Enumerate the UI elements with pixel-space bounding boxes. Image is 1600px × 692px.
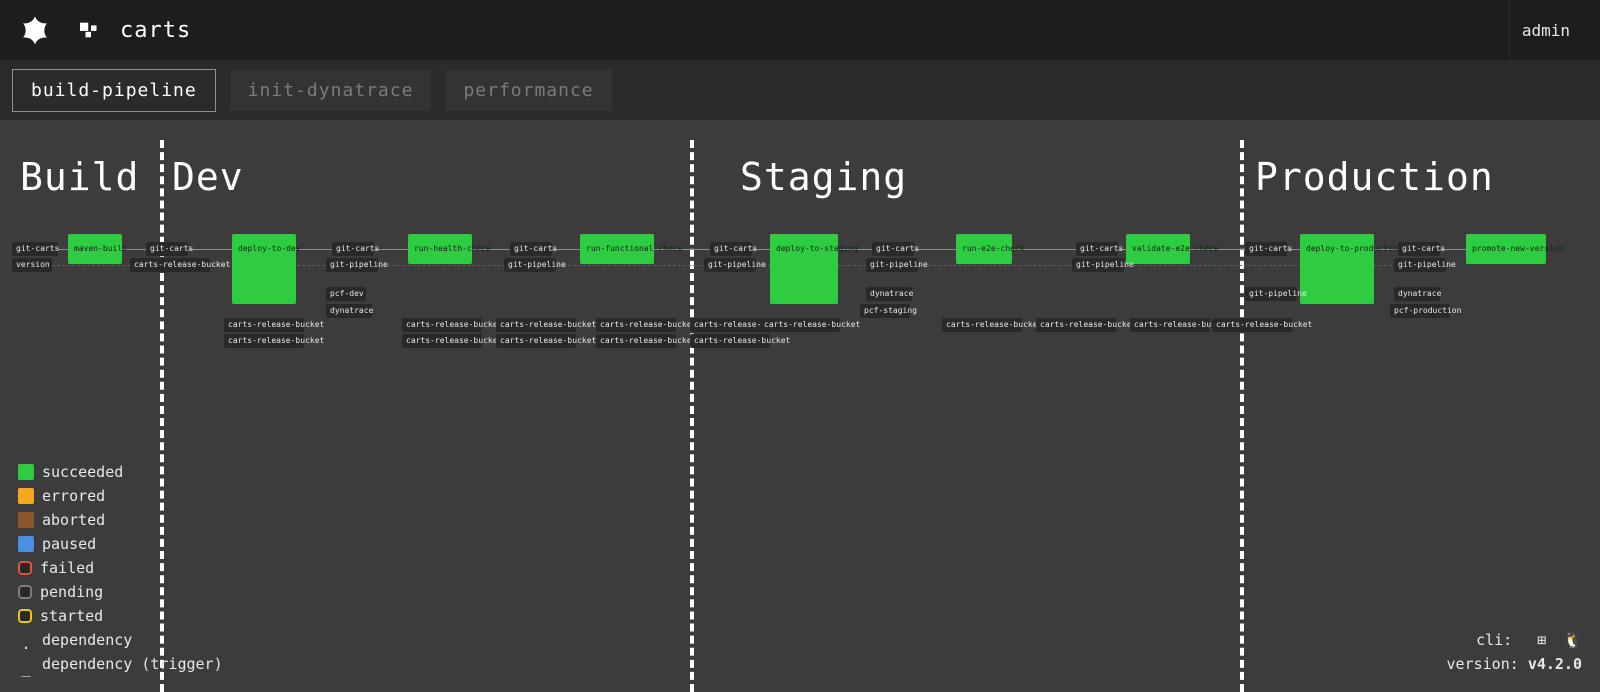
resource-carts-release-bucket[interactable]: carts-release-bucket xyxy=(1212,318,1292,332)
team-icon[interactable] xyxy=(80,22,102,38)
legend-swatch: _ xyxy=(18,656,34,672)
resource-carts-release-bucket[interactable]: carts-release-bucket xyxy=(496,318,576,332)
resource-pcf-production[interactable]: pcf-production xyxy=(1390,304,1450,318)
legend-label: started xyxy=(40,604,103,628)
resource-git-carts[interactable]: git-carts xyxy=(1398,242,1440,256)
legend-swatch xyxy=(18,561,32,575)
resource-git-pipeline[interactable]: git-pipeline xyxy=(1245,287,1297,301)
resource-git-carts[interactable]: git-carts xyxy=(12,242,58,256)
legend-swatch xyxy=(18,609,32,623)
legend-label: dependency (trigger) xyxy=(42,652,223,676)
legend-swatch xyxy=(18,464,34,480)
resource-pcf-dev[interactable]: pcf-dev xyxy=(326,287,366,301)
resource-version[interactable]: version xyxy=(12,258,52,272)
resource-git-carts[interactable]: git-carts xyxy=(510,242,552,256)
legend-errored: errored xyxy=(18,484,223,508)
legend-pending: pending xyxy=(18,580,223,604)
resource-dynatrace[interactable]: dynatrace xyxy=(326,304,372,318)
legend-label: succeeded xyxy=(42,460,123,484)
pipeline-tabs: build-pipeline init-dynatrace performance xyxy=(0,60,1600,120)
stage-title-build: Build xyxy=(20,155,139,199)
resource-git-pipeline[interactable]: git-pipeline xyxy=(1394,258,1446,272)
legend-dependency: . dependency xyxy=(18,628,223,652)
legend-swatch xyxy=(18,512,34,528)
legend-swatch xyxy=(18,488,34,504)
cli-label: cli: xyxy=(1476,631,1521,649)
legend-paused: paused xyxy=(18,532,223,556)
resource-carts-release-bucket[interactable]: carts-release-bucket xyxy=(690,318,770,332)
legend-label: dependency xyxy=(42,628,132,652)
resource-git-pipeline[interactable]: git-pipeline xyxy=(704,258,756,272)
resource-carts-release-bucket[interactable]: carts-release-bucket xyxy=(760,318,840,332)
resource-dynatrace[interactable]: dynatrace xyxy=(1394,287,1440,301)
resource-git-pipeline[interactable]: git-pipeline xyxy=(1072,258,1124,272)
resource-carts-release-bucket[interactable]: carts-release-bucket xyxy=(596,318,676,332)
legend-label: pending xyxy=(40,580,103,604)
windows-icon[interactable]: ⊞ xyxy=(1537,631,1546,649)
tab-init-dynatrace[interactable]: init-dynatrace xyxy=(230,70,432,111)
resource-git-carts[interactable]: git-carts xyxy=(1245,242,1287,256)
resource-git-carts[interactable]: git-carts xyxy=(872,242,914,256)
stage-title-dev: Dev xyxy=(172,155,244,199)
legend-swatch xyxy=(18,536,34,552)
resource-git-pipeline[interactable]: git-pipeline xyxy=(504,258,556,272)
legend-label: aborted xyxy=(42,508,105,532)
topbar: carts admin xyxy=(0,0,1600,60)
legend-succeeded: succeeded xyxy=(18,460,223,484)
resource-git-carts[interactable]: git-carts xyxy=(332,242,374,256)
tab-performance[interactable]: performance xyxy=(445,70,611,111)
legend-swatch: . xyxy=(18,632,34,648)
resource-carts-release-bucket[interactable]: carts-release-bucket xyxy=(224,318,304,332)
resource-git-pipeline[interactable]: git-pipeline xyxy=(866,258,918,272)
resource-carts-release-bucket[interactable]: carts-release-bucket xyxy=(402,318,482,332)
legend-started: started xyxy=(18,604,223,628)
legend: succeedederroredabortedpausedfailedpendi… xyxy=(18,460,223,676)
legend-swatch xyxy=(18,585,32,599)
legend-dependency-trigger-: _ dependency (trigger) xyxy=(18,652,223,676)
resource-carts-release-bucket[interactable]: carts-release-bucket xyxy=(596,334,676,348)
stage-divider xyxy=(690,140,694,692)
concourse-logo[interactable] xyxy=(18,13,52,47)
resource-carts-release-bucket[interactable]: carts-release-bucket xyxy=(224,334,304,348)
user-menu[interactable]: admin xyxy=(1509,0,1582,60)
resource-carts-release-bucket[interactable]: carts-release-bucket xyxy=(942,318,1022,332)
resource-git-carts[interactable]: git-carts xyxy=(710,242,752,256)
resource-git-pipeline[interactable]: git-pipeline xyxy=(326,258,378,272)
pipeline-graph[interactable]: git-cartsmaven-buildgit-cartsdeploy-to-d… xyxy=(0,242,1600,342)
resource-carts-release-bucket[interactable]: carts-release-bucket xyxy=(690,334,770,348)
pipeline-canvas[interactable]: Build Dev Staging Production git-cartsmaven… xyxy=(0,120,1600,692)
stage-title-production: Production xyxy=(1255,155,1494,199)
resource-carts-release-bucket[interactable]: carts-release-bucket xyxy=(130,258,210,272)
resource-dynatrace[interactable]: dynatrace xyxy=(866,287,912,301)
resource-git-carts[interactable]: git-carts xyxy=(146,242,188,256)
resource-carts-release-bucket[interactable]: carts-release-bucket xyxy=(1036,318,1116,332)
resource-pcf-staging[interactable]: pcf-staging xyxy=(860,304,910,318)
resource-carts-release-bucket[interactable]: carts-release-bucket xyxy=(496,334,576,348)
stage-title-staging: Staging xyxy=(740,155,907,199)
tab-build-pipeline[interactable]: build-pipeline xyxy=(12,69,216,112)
legend-label: paused xyxy=(42,532,96,556)
version-value: v4.2.0 xyxy=(1528,655,1582,673)
legend-label: failed xyxy=(40,556,94,580)
resource-carts-release-bucket[interactable]: carts-release-bucket xyxy=(1130,318,1210,332)
version-label: version: xyxy=(1447,655,1528,673)
legend-aborted: aborted xyxy=(18,508,223,532)
legend-failed: failed xyxy=(18,556,223,580)
stage-divider xyxy=(1240,140,1244,692)
resource-git-carts[interactable]: git-carts xyxy=(1076,242,1118,256)
resource-carts-release-bucket[interactable]: carts-release-bucket xyxy=(402,334,482,348)
team-name[interactable]: carts xyxy=(120,18,191,43)
legend-label: errored xyxy=(42,484,105,508)
footer: cli: ⊞ 🐧 version: v4.2.0 xyxy=(1447,628,1582,676)
linux-icon[interactable]: 🐧 xyxy=(1563,631,1582,649)
